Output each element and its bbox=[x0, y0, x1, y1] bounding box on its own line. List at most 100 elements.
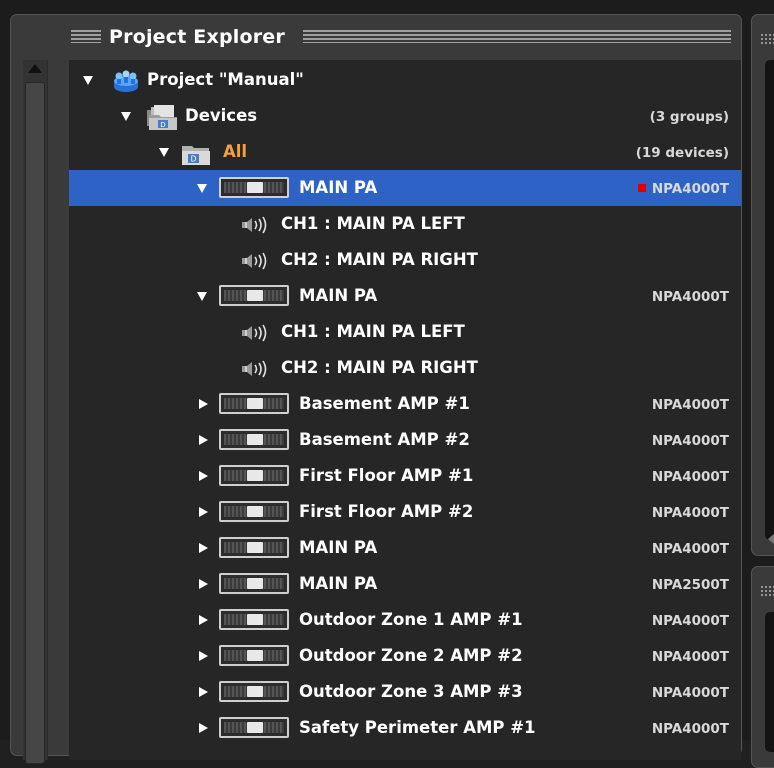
devices-folder-icon: D bbox=[147, 105, 177, 130]
tree-row-amp[interactable]: Safety Perimeter AMP #1 NPA4000T bbox=[69, 710, 741, 746]
right-panel-bottom bbox=[751, 566, 774, 768]
amp-label: First Floor AMP #1 bbox=[299, 466, 474, 485]
header-grip-left bbox=[71, 30, 101, 43]
tree-row-channel[interactable]: CH2 : MAIN PA RIGHT bbox=[69, 350, 741, 386]
tree-row-devices[interactable]: D Devices (3 groups) bbox=[69, 98, 741, 134]
collapse-arrow-icon[interactable] bbox=[197, 184, 207, 193]
project-explorer-panel: Project Explorer Project "Manual" D Devi… bbox=[10, 14, 742, 764]
scroll-up-arrow-icon[interactable] bbox=[28, 64, 42, 73]
amp-model: NPA4000T bbox=[652, 540, 729, 558]
channel-label: CH1 : MAIN PA LEFT bbox=[281, 322, 465, 341]
speaker-icon bbox=[239, 323, 273, 343]
right-panel-top bbox=[751, 14, 774, 556]
expand-arrow-icon[interactable] bbox=[199, 435, 208, 445]
devices-label: Devices bbox=[185, 106, 258, 125]
panel-header[interactable]: Project Explorer bbox=[11, 15, 741, 59]
tree-row-amp[interactable]: MAIN PA NPA4000T bbox=[69, 530, 741, 566]
amplifier-icon bbox=[219, 429, 289, 450]
svg-text:D: D bbox=[160, 121, 165, 129]
all-count: (19 devices) bbox=[635, 145, 729, 161]
amp-model-text: NPA4000T bbox=[651, 649, 729, 665]
amp-label: Outdoor Zone 2 AMP #2 bbox=[299, 646, 523, 665]
expand-arrow-icon[interactable] bbox=[199, 507, 208, 517]
tree-row-all[interactable]: D All (19 devices) bbox=[69, 134, 741, 170]
tree-row-channel[interactable]: CH1 : MAIN PA LEFT bbox=[69, 206, 741, 242]
amp-label: MAIN PA bbox=[299, 178, 378, 197]
amplifier-icon bbox=[219, 717, 289, 738]
tree-row-amp[interactable]: Outdoor Zone 2 AMP #2 NPA4000T bbox=[69, 638, 741, 674]
expand-arrow-icon[interactable] bbox=[199, 399, 208, 409]
channel-label: CH2 : MAIN PA RIGHT bbox=[281, 250, 478, 269]
amp-model: NPA4000T bbox=[652, 396, 729, 414]
right-panel-content bbox=[765, 60, 774, 540]
tree-row-project[interactable]: Project "Manual" bbox=[69, 62, 741, 98]
amplifier-icon bbox=[219, 465, 289, 486]
speaker-icon bbox=[239, 359, 273, 379]
panel-collapse-arrow-icon[interactable] bbox=[768, 533, 774, 545]
expand-arrow-icon[interactable] bbox=[199, 687, 208, 697]
amp-model: NPA4000T bbox=[652, 612, 729, 630]
tree-row-channel[interactable]: CH2 : MAIN PA RIGHT bbox=[69, 242, 741, 278]
amp-model: NPA4000T bbox=[637, 180, 729, 198]
speaker-icon bbox=[239, 251, 273, 271]
amp-model: NPA2500T bbox=[652, 576, 729, 594]
svg-text:D: D bbox=[191, 155, 197, 164]
amp-model-text: NPA4000T bbox=[651, 289, 729, 305]
expand-arrow-icon[interactable] bbox=[199, 543, 208, 553]
devices-count: (3 groups) bbox=[649, 109, 729, 125]
scroll-thumb[interactable] bbox=[25, 82, 45, 764]
amp-model: NPA4000T bbox=[652, 720, 729, 738]
amp-label: MAIN PA bbox=[299, 538, 378, 557]
tree-row-amp[interactable]: Basement AMP #2 NPA4000T bbox=[69, 422, 741, 458]
amp-model-text: NPA4000T bbox=[651, 433, 729, 449]
panel-grip bbox=[760, 585, 774, 597]
channel-label: CH1 : MAIN PA LEFT bbox=[281, 214, 465, 233]
all-label: All bbox=[223, 142, 248, 161]
collapse-arrow-icon[interactable] bbox=[121, 112, 131, 121]
right-panel-content bbox=[765, 612, 774, 752]
tree-row-channel[interactable]: CH1 : MAIN PA LEFT bbox=[69, 314, 741, 350]
collapse-arrow-icon[interactable] bbox=[197, 292, 207, 301]
tree-row-amp[interactable]: Outdoor Zone 1 AMP #1 NPA4000T bbox=[69, 602, 741, 638]
tree-row-amp[interactable]: Outdoor Zone 3 AMP #3 NPA4000T bbox=[69, 674, 741, 710]
amp-model-text: NPA4000T bbox=[651, 505, 729, 521]
amp-model-text: NPA2500T bbox=[651, 577, 729, 593]
expand-arrow-icon[interactable] bbox=[199, 471, 208, 481]
collapse-arrow-icon[interactable] bbox=[83, 76, 93, 85]
amp-label: Outdoor Zone 3 AMP #3 bbox=[299, 682, 523, 701]
amp-label: MAIN PA bbox=[299, 286, 378, 305]
channel-label: CH2 : MAIN PA RIGHT bbox=[281, 358, 478, 377]
tree-row-amp[interactable]: Basement AMP #1 NPA4000T bbox=[69, 386, 741, 422]
amp-model-text: NPA4000T bbox=[651, 469, 729, 485]
project-tree: Project "Manual" D Devices (3 groups) D … bbox=[69, 60, 741, 760]
amp-model: NPA4000T bbox=[652, 468, 729, 486]
expand-arrow-icon[interactable] bbox=[199, 651, 208, 661]
amplifier-icon bbox=[219, 573, 289, 594]
tree-row-amp[interactable]: MAIN PA NPA4000T bbox=[69, 278, 741, 314]
amp-label: Safety Perimeter AMP #1 bbox=[299, 718, 536, 737]
tree-row-amp[interactable]: MAIN PA NPA4000T bbox=[69, 170, 741, 206]
header-grip-right bbox=[303, 30, 731, 43]
amp-model: NPA4000T bbox=[652, 684, 729, 702]
amp-label: Outdoor Zone 1 AMP #1 bbox=[299, 610, 523, 629]
amplifier-icon bbox=[219, 177, 289, 198]
amp-model: NPA4000T bbox=[652, 504, 729, 522]
alert-indicator-icon bbox=[637, 184, 646, 192]
tree-row-amp[interactable]: MAIN PA NPA2500T bbox=[69, 566, 741, 602]
tree-row-amp[interactable]: First Floor AMP #2 NPA4000T bbox=[69, 494, 741, 530]
tree-row-amp[interactable]: First Floor AMP #1 NPA4000T bbox=[69, 458, 741, 494]
expand-arrow-icon[interactable] bbox=[199, 615, 208, 625]
amp-model-text: NPA4000T bbox=[651, 685, 729, 701]
expand-arrow-icon[interactable] bbox=[199, 579, 208, 589]
collapse-arrow-icon[interactable] bbox=[159, 148, 169, 157]
project-icon bbox=[114, 70, 138, 92]
panel-grip bbox=[760, 33, 774, 45]
amplifier-icon bbox=[219, 537, 289, 558]
amplifier-icon bbox=[219, 285, 289, 306]
amp-label: Basement AMP #1 bbox=[299, 394, 470, 413]
amp-model: NPA4000T bbox=[652, 648, 729, 666]
expand-arrow-icon[interactable] bbox=[199, 723, 208, 733]
all-folder-icon: D bbox=[182, 146, 210, 165]
vertical-scrollbar[interactable] bbox=[23, 60, 48, 764]
amplifier-icon bbox=[219, 393, 289, 414]
